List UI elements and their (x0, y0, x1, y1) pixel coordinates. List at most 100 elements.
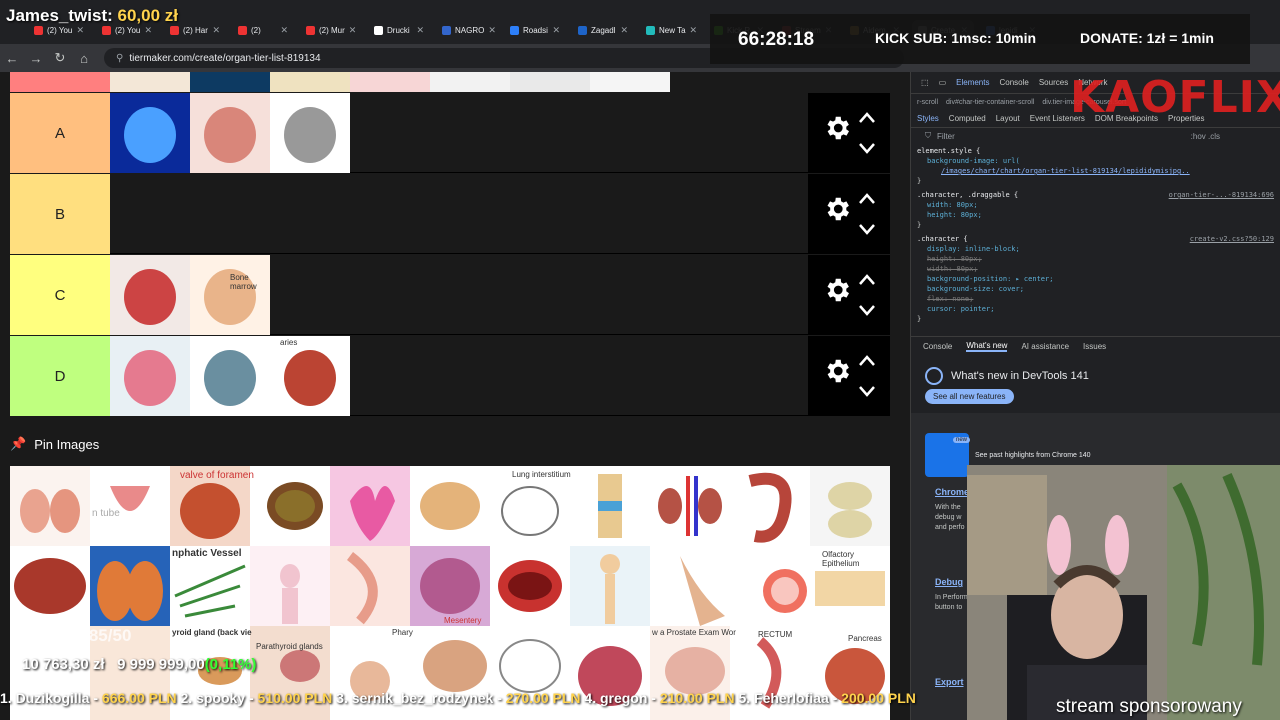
close-tab-icon[interactable]: ✕ (349, 25, 357, 36)
favicon-icon (578, 25, 587, 35)
close-tab-icon[interactable]: ✕ (690, 25, 698, 36)
tier-image[interactable] (110, 255, 190, 335)
move-down-icon[interactable] (858, 303, 876, 317)
gear-icon[interactable] (822, 275, 852, 305)
donor-name: 5. Feherlofiaa - (738, 690, 842, 706)
close-tab-icon[interactable]: ✕ (488, 25, 496, 36)
top-donor: James_twist: 60,00 zł (6, 6, 179, 25)
whats-new-link-debug[interactable]: Debug (935, 577, 963, 587)
tab-title: (2) Har (183, 25, 208, 35)
caption-olfactory: Olfactory Epithelium (822, 550, 860, 568)
devtools-tab[interactable]: Sources (1039, 78, 1068, 87)
devtools-tab[interactable]: Elements (956, 78, 989, 87)
close-tab-icon[interactable]: ✕ (620, 25, 628, 36)
move-up-icon[interactable] (858, 354, 876, 368)
screen: (2) You ✕ (2) You ✕ (2) Har ✕ (2) ✕ (2) Mur ✕ Druc… (0, 0, 1280, 720)
browser-tab[interactable]: Zagadl ✕ (572, 20, 634, 40)
donor-amount: 200.00 PLN (841, 690, 916, 706)
home-icon[interactable]: ⌂ (72, 51, 96, 66)
move-down-icon[interactable] (858, 384, 876, 398)
tier-image[interactable] (190, 255, 270, 335)
browser-tab[interactable]: New Ta ✕ (640, 20, 702, 40)
inspect-icon[interactable]: ⬚ (921, 78, 929, 87)
tier-label[interactable]: B (10, 174, 110, 254)
donor-name: 4. gregon - (584, 690, 660, 706)
drawer-tab[interactable]: What's new (966, 341, 1008, 352)
caption-prostate: w a Prostate Exam Wor (652, 628, 736, 637)
devtools-tab[interactable]: Console (999, 78, 1028, 87)
prop-height: height: 80px; (927, 211, 982, 219)
caption-parathyroid: Parathyroid glands (256, 642, 323, 651)
tier-label[interactable]: C (10, 255, 110, 335)
rule-source-link[interactable]: create-v2.css?50:129 (1190, 234, 1274, 244)
tier-image[interactable] (190, 93, 270, 173)
drawer-tab[interactable]: Issues (1083, 342, 1106, 351)
move-up-icon[interactable] (858, 111, 876, 125)
pin-icon: 📌 (10, 436, 27, 451)
tier-image[interactable] (270, 93, 350, 173)
tab-title: Drucki (387, 25, 410, 35)
move-down-icon[interactable] (858, 222, 876, 236)
tier-image[interactable] (110, 93, 190, 173)
tier-image[interactable] (110, 336, 190, 416)
drawer-tab[interactable]: AI assistance (1021, 342, 1069, 351)
pin-images-toggle[interactable]: 📌 Pin Images (10, 436, 99, 452)
browser-tab[interactable]: Roadsi ✕ (504, 20, 566, 40)
styles-subtab[interactable]: Layout (996, 114, 1020, 123)
rule-character-draggable: .character, .draggable {organ-tier-...-8… (917, 190, 1274, 200)
device-icon[interactable]: ▭ (939, 78, 947, 87)
drawer-tabs: Console What's new AI assistance Issues (911, 337, 1280, 355)
gear-icon[interactable] (822, 194, 852, 224)
rule-end: } (917, 315, 922, 323)
see-all-features-button[interactable]: See all new features (925, 389, 1014, 404)
close-tab-icon[interactable]: ✕ (280, 25, 288, 36)
prop-flex: flex: none; (927, 295, 974, 303)
past-highlights-text: See past highlights from Chrome 140 (975, 451, 1091, 459)
close-tab-icon[interactable]: ✕ (144, 25, 152, 36)
rule-source-link[interactable]: organ-tier-...-819134:696 (1169, 190, 1274, 200)
browser-tab[interactable]: (2) ✕ (232, 20, 294, 40)
forward-icon[interactable]: → (24, 51, 48, 66)
tab-title: (2) Mur (319, 25, 345, 35)
filter-placeholder: Filter (937, 131, 955, 141)
close-tab-icon[interactable]: ✕ (212, 25, 220, 36)
tier-label[interactable]: A (10, 93, 110, 173)
browser-tab[interactable]: NAGRO ✕ (436, 20, 498, 40)
move-up-icon[interactable] (858, 273, 876, 287)
styles-subtab[interactable]: Styles (917, 114, 939, 123)
tier-label[interactable]: D (10, 336, 110, 416)
back-icon[interactable]: ← (0, 51, 24, 66)
browser-tab[interactable]: Drucki ✕ (368, 20, 430, 40)
donor-name: 1. Duzikogilla - (0, 690, 102, 706)
move-up-icon[interactable] (858, 192, 876, 206)
tier-image[interactable] (270, 336, 350, 416)
gear-icon[interactable] (822, 356, 852, 386)
browser-tab[interactable]: (2) Mur ✕ (300, 20, 362, 40)
top-donors-ticker: 1. Duzikogilla - 666.00 PLN 2. spooky - … (0, 690, 1060, 708)
styles-filter[interactable]: ⛉ Filter :hov .cls (911, 128, 1280, 144)
tier-controls (808, 174, 890, 254)
rule-character: .character {create-v2.css?50:129 (917, 234, 1274, 244)
caption-pharynx: Phary (392, 628, 413, 637)
hov-cls-toggle[interactable]: :hov .cls (1191, 132, 1220, 141)
close-tab-icon[interactable]: ✕ (416, 25, 424, 36)
close-tab-icon[interactable]: ✕ (552, 25, 560, 36)
tier-image[interactable] (190, 336, 270, 416)
gear-icon[interactable] (822, 113, 852, 143)
styles-subtab[interactable]: Computed (949, 114, 986, 123)
bg-image-url[interactable]: /images/chart/chart/organ-tier-list-8191… (917, 166, 1274, 176)
breadcrumb-item[interactable]: r-scroll (917, 99, 938, 106)
reload-icon[interactable]: ↻ (48, 50, 72, 66)
prop-width-overridden: width: 80px; (927, 265, 978, 273)
favicon-icon (374, 25, 383, 35)
breadcrumb-item[interactable]: div#char-tier-container-scroll (946, 99, 1034, 106)
drawer-tab[interactable]: Console (923, 342, 952, 351)
prop-height-overridden: height: 80px; (927, 255, 982, 263)
move-down-icon[interactable] (858, 141, 876, 155)
site-info-icon[interactable]: ⚲ (116, 53, 123, 64)
whats-new-link-export[interactable]: Export (935, 677, 964, 687)
tab-title: Zagadl (591, 25, 616, 35)
close-tab-icon[interactable]: ✕ (76, 25, 84, 36)
whats-new-link-chrome[interactable]: Chrome (935, 487, 969, 497)
caption-thyroid: yroid gland (back vie (172, 628, 252, 637)
